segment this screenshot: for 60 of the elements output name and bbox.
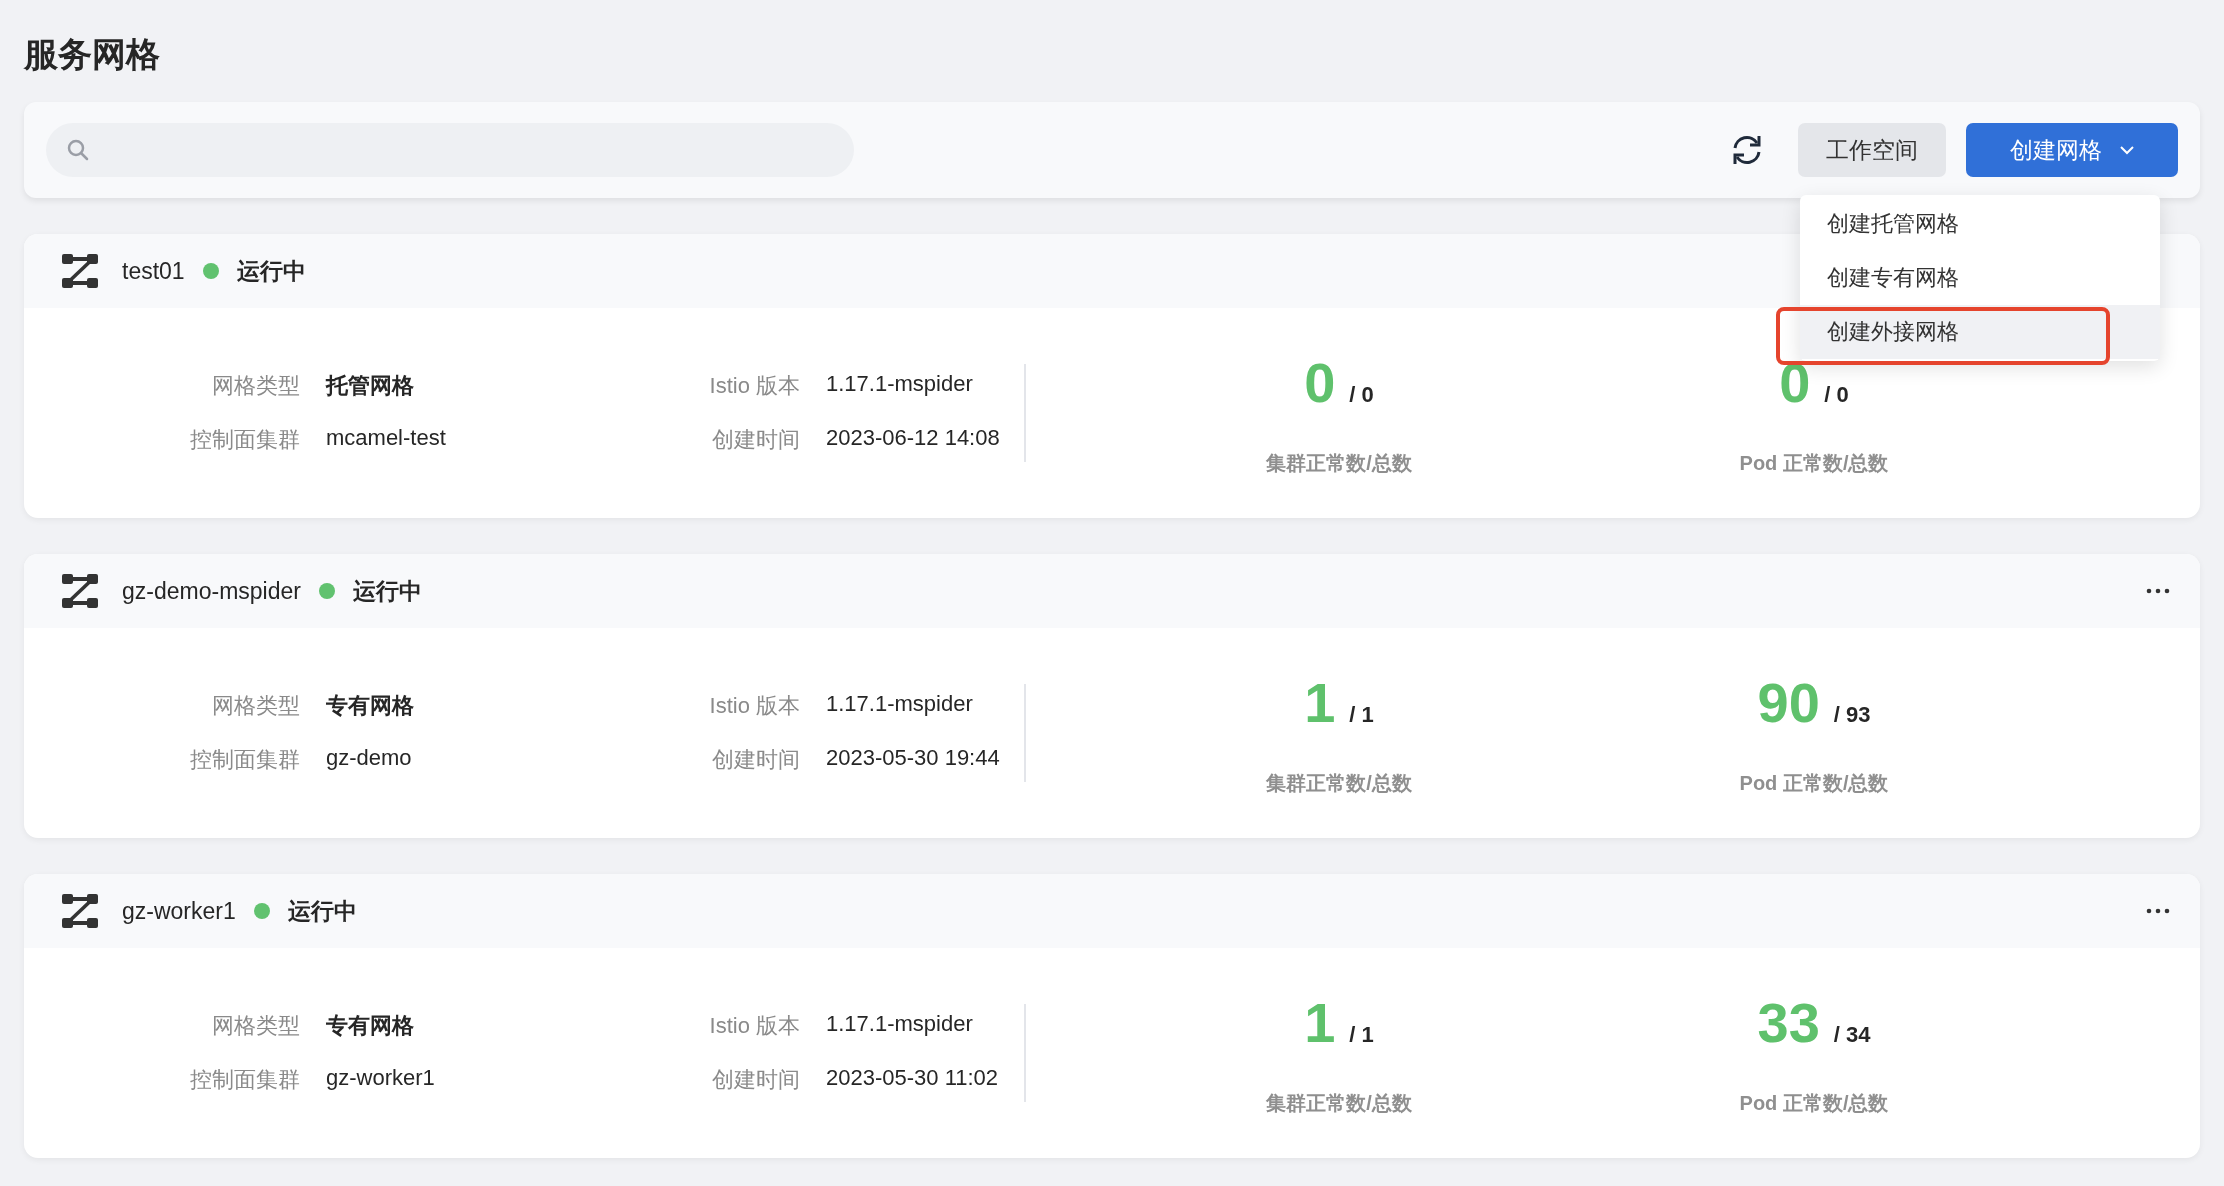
healthy-count: 33 bbox=[1757, 989, 1820, 1055]
field-label: 控制面集群 bbox=[189, 1066, 300, 1094]
healthy-count: 90 bbox=[1757, 669, 1820, 735]
healthy-count: 0 bbox=[1304, 349, 1336, 415]
menu-item[interactable]: 创建专有网格 bbox=[1800, 251, 2160, 305]
healthy-count: 1 bbox=[1304, 669, 1336, 735]
field-value: 2023-05-30 19:44 bbox=[826, 745, 1001, 772]
create-mesh-button[interactable]: 创建网格 bbox=[1966, 123, 2178, 177]
field-value: 1.17.1-mspider bbox=[826, 1011, 974, 1038]
field-value: 专有网格 bbox=[326, 692, 415, 720]
stat-label: Pod 正常数/总数 bbox=[1739, 450, 1889, 476]
field-value: 2023-06-12 14:08 bbox=[826, 425, 1001, 452]
field-value: gz-demo bbox=[326, 745, 413, 772]
stat-label: Pod 正常数/总数 bbox=[1739, 770, 1889, 796]
healthy-count: 1 bbox=[1304, 989, 1336, 1055]
mesh-icon bbox=[62, 894, 98, 928]
more-icon[interactable] bbox=[2146, 588, 2170, 594]
stat-label: 集群正常数/总数 bbox=[1266, 770, 1412, 796]
mesh-icon bbox=[62, 574, 98, 608]
stat-label: Pod 正常数/总数 bbox=[1739, 1090, 1889, 1116]
field-value: 托管网格 bbox=[326, 372, 415, 400]
mesh-icon bbox=[62, 254, 98, 288]
field-value: gz-worker1 bbox=[326, 1065, 436, 1092]
field-label: 创建时间 bbox=[711, 746, 800, 774]
mesh-name[interactable]: test01 bbox=[122, 257, 185, 285]
field-label: Istio 版本 bbox=[708, 1012, 800, 1040]
field-label: 网格类型 bbox=[211, 1012, 300, 1040]
page-title: 服务网格 bbox=[24, 34, 161, 75]
field-value: 1.17.1-mspider bbox=[826, 371, 974, 398]
field-value: 专有网格 bbox=[326, 1012, 415, 1040]
total-count: / 0 bbox=[1349, 381, 1374, 408]
total-count: / 1 bbox=[1349, 1021, 1374, 1048]
mesh-status: 运行中 bbox=[236, 256, 306, 286]
mesh-name[interactable]: gz-demo-mspider bbox=[122, 577, 301, 605]
total-count: / 1 bbox=[1349, 701, 1374, 728]
total-count: / 0 bbox=[1824, 381, 1849, 408]
mesh-status: 运行中 bbox=[287, 896, 357, 926]
field-value: 1.17.1-mspider bbox=[826, 691, 974, 718]
caret-icon bbox=[2120, 145, 2134, 155]
total-count: / 34 bbox=[1833, 1021, 1871, 1048]
field-label: 创建时间 bbox=[711, 1066, 800, 1094]
field-label: 控制面集群 bbox=[189, 746, 300, 774]
field-value: mcamel-test bbox=[326, 425, 447, 452]
stat-label: 集群正常数/总数 bbox=[1266, 1090, 1412, 1116]
search-icon bbox=[66, 138, 90, 162]
field-label: 创建时间 bbox=[711, 426, 800, 454]
stat-label: 集群正常数/总数 bbox=[1266, 450, 1412, 476]
field-label: 网格类型 bbox=[211, 372, 300, 400]
workspace-button[interactable]: 工作空间 bbox=[1798, 123, 1946, 177]
total-count: / 93 bbox=[1833, 701, 1871, 728]
field-label: Istio 版本 bbox=[708, 692, 800, 720]
more-icon[interactable] bbox=[2146, 908, 2170, 914]
menu-item[interactable]: 创建托管网格 bbox=[1800, 197, 2160, 251]
mesh-status: 运行中 bbox=[352, 576, 422, 606]
field-label: Istio 版本 bbox=[708, 372, 800, 400]
menu-item[interactable]: 创建外接网格 bbox=[1800, 305, 2160, 359]
mesh-name[interactable]: gz-worker1 bbox=[122, 897, 236, 925]
field-label: 控制面集群 bbox=[189, 426, 300, 454]
field-value: 2023-05-30 11:02 bbox=[826, 1065, 1000, 1092]
field-label: 网格类型 bbox=[211, 692, 300, 720]
